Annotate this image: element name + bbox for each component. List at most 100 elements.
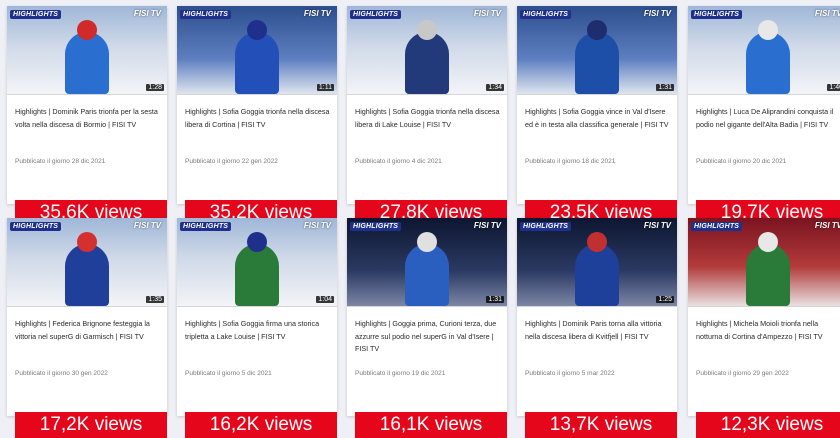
thumbnail-image <box>177 6 337 94</box>
channel-logo: FISI TV <box>133 221 161 230</box>
channel-logo: FISI TV <box>643 9 671 18</box>
athlete-figure <box>235 244 279 306</box>
highlights-badge: HIGHLIGHTS <box>10 10 62 19</box>
athlete-figure <box>575 244 619 306</box>
video-duration: 1:40 <box>827 84 840 91</box>
video-thumbnail[interactable]: HIGHLIGHTS FISI TV 1:04 <box>177 218 337 307</box>
highlights-badge: HIGHLIGHTS <box>520 10 572 19</box>
highlights-badge: HIGHLIGHTS <box>691 222 743 231</box>
video-card[interactable]: HIGHLIGHTS FISI TV 1:31 Highlights | Goggia… <box>347 218 507 438</box>
highlights-badge: HIGHLIGHTS <box>520 222 572 231</box>
video-card[interactable]: HIGHLIGHTS FISI TV 1:40 Highlights | Luca D… <box>688 6 840 226</box>
highlights-badge: HIGHLIGHTS <box>350 10 402 19</box>
video-thumbnail[interactable]: HIGHLIGHTS FISI TV 1:40 <box>688 6 840 95</box>
video-title[interactable]: Highlights | Federica Brignone festeggia… <box>15 318 161 343</box>
athlete-helmet <box>587 232 607 252</box>
video-thumbnail[interactable]: HIGHLIGHTS FISI TV 1:11 <box>177 6 337 95</box>
channel-logo: FISI TV <box>303 9 331 18</box>
video-duration: 1:11 <box>316 84 334 91</box>
video-card[interactable]: HIGHLIGHTS FISI TV 1:04 Highlights | Sofia … <box>177 218 337 438</box>
athlete-helmet <box>758 20 778 40</box>
channel-logo: FISI TV <box>303 221 331 230</box>
channel-logo: FISI TV <box>473 221 501 230</box>
thumbnail-image <box>347 218 507 306</box>
highlights-badge: HIGHLIGHTS <box>180 222 232 231</box>
video-title[interactable]: Highlights | Michela Moioli trionfa nell… <box>696 318 840 343</box>
publish-date: Pubblicato il giorno 20 dic 2021 <box>696 158 787 165</box>
video-title[interactable]: Highlights | Sofia Goggia trionfa nella … <box>185 106 331 131</box>
video-thumbnail[interactable]: HIGHLIGHTS FISI TV 1:31 <box>347 218 507 307</box>
video-thumbnail[interactable]: HIGHLIGHTS FISI TV 1:28 <box>7 6 167 95</box>
publish-date: Pubblicato il giorno 5 dic 2021 <box>185 370 272 377</box>
video-title[interactable]: Highlights | Dominik Paris trionfa per l… <box>15 106 161 131</box>
video-thumbnail[interactable]: HIGHLIGHTS FISI TV 1:34 <box>347 6 507 95</box>
thumbnail-image <box>7 218 167 306</box>
highlights-badge: HIGHLIGHTS <box>350 222 402 231</box>
video-duration: 1:04 <box>316 296 334 303</box>
highlights-badge: HIGHLIGHTS <box>10 222 62 231</box>
athlete-figure <box>405 244 449 306</box>
publish-date: Pubblicato il giorno 30 gen 2022 <box>15 370 108 377</box>
athlete-helmet <box>758 232 778 252</box>
video-title[interactable]: Highlights | Sofia Goggia trionfa nella … <box>355 106 501 131</box>
athlete-figure <box>746 244 790 306</box>
publish-date: Pubblicato il giorno 22 gen 2022 <box>185 158 278 165</box>
video-duration: 1:28 <box>146 84 164 91</box>
thumbnail-image <box>347 6 507 94</box>
channel-logo: FISI TV <box>814 221 840 230</box>
publish-date: Pubblicato il giorno 5 mar 2022 <box>525 370 615 377</box>
video-card[interactable]: HIGHLIGHTS FISI TV 1:35 Highlights | Federi… <box>7 218 167 438</box>
video-title[interactable]: Highlights | Sofia Goggia firma una stor… <box>185 318 331 343</box>
video-title[interactable]: Highlights | Goggia prima, Curioni terza… <box>355 318 501 356</box>
athlete-helmet <box>247 232 267 252</box>
athlete-helmet <box>417 20 437 40</box>
athlete-figure <box>575 32 619 94</box>
publish-date: Pubblicato il giorno 19 dic 2021 <box>355 370 446 377</box>
video-card[interactable]: HIGHLIGHTS FISI TV Highlights | Michela Mo… <box>688 218 840 438</box>
publish-date: Pubblicato il giorno 4 dic 2021 <box>355 158 442 165</box>
video-card[interactable]: HIGHLIGHTS FISI TV 1:28 Highlights | Domini… <box>7 6 167 226</box>
channel-logo: FISI TV <box>473 9 501 18</box>
highlights-badge: HIGHLIGHTS <box>691 10 743 19</box>
video-duration: 1:31 <box>486 296 504 303</box>
publish-date: Pubblicato il giorno 28 dic 2021 <box>15 158 106 165</box>
video-thumbnail[interactable]: HIGHLIGHTS FISI TV 1:35 <box>7 218 167 307</box>
video-title[interactable]: Highlights | Dominik Paris torna alla vi… <box>525 318 671 343</box>
video-grid: HIGHLIGHTS FISI TV 1:28 Highlights | Domini… <box>0 0 840 438</box>
video-card[interactable]: HIGHLIGHTS FISI TV 1:11 Highlights | Sofia … <box>177 6 337 226</box>
athlete-helmet <box>417 232 437 252</box>
athlete-figure <box>235 32 279 94</box>
highlights-badge: HIGHLIGHTS <box>180 10 232 19</box>
thumbnail-image <box>517 218 677 306</box>
channel-logo: FISI TV <box>814 9 840 18</box>
video-thumbnail[interactable]: HIGHLIGHTS FISI TV <box>688 218 840 307</box>
athlete-helmet <box>247 20 267 40</box>
athlete-figure <box>65 244 109 306</box>
thumbnail-image <box>177 218 337 306</box>
video-duration: 1:31 <box>656 84 674 91</box>
athlete-figure <box>746 32 790 94</box>
athlete-helmet <box>587 20 607 40</box>
thumbnail-image <box>688 6 840 94</box>
video-duration: 1:34 <box>486 84 504 91</box>
video-thumbnail[interactable]: HIGHLIGHTS FISI TV 1:31 <box>517 6 677 95</box>
video-card[interactable]: HIGHLIGHTS FISI TV 1:34 Highlights | Sofia … <box>347 6 507 226</box>
athlete-figure <box>405 32 449 94</box>
thumbnail-image <box>517 6 677 94</box>
video-card[interactable]: HIGHLIGHTS FISI TV 1:25 Highlights | Domini… <box>517 218 677 438</box>
channel-logo: FISI TV <box>643 221 671 230</box>
video-title[interactable]: Highlights | Sofia Goggia vince in Val d… <box>525 106 671 131</box>
thumbnail-image <box>7 6 167 94</box>
athlete-figure <box>65 32 109 94</box>
channel-logo: FISI TV <box>133 9 161 18</box>
video-duration: 1:25 <box>656 296 674 303</box>
publish-date: Pubblicato il giorno 29 gen 2022 <box>696 370 789 377</box>
athlete-helmet <box>77 20 97 40</box>
video-duration: 1:35 <box>146 296 164 303</box>
video-card[interactable]: HIGHLIGHTS FISI TV 1:31 Highlights | Sofia … <box>517 6 677 226</box>
video-title[interactable]: Highlights | Luca De Aliprandini conquis… <box>696 106 840 131</box>
athlete-helmet <box>77 232 97 252</box>
video-thumbnail[interactable]: HIGHLIGHTS FISI TV 1:25 <box>517 218 677 307</box>
thumbnail-image <box>688 218 840 306</box>
publish-date: Pubblicato il giorno 18 dic 2021 <box>525 158 616 165</box>
